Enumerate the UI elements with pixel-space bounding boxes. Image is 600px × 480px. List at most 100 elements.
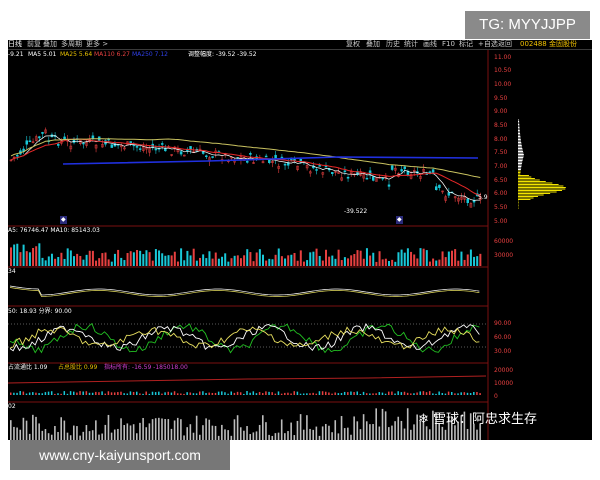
volume-bar: [123, 260, 126, 266]
flow-bar: [44, 392, 47, 395]
bottom-bar: [318, 435, 321, 440]
bottom-bar: [397, 416, 400, 440]
bottom-bar: [214, 425, 217, 440]
volume-bar: [391, 259, 394, 266]
candle-body: [283, 163, 287, 166]
volume-bar: [69, 250, 72, 266]
bottom-bar: [347, 427, 349, 440]
candle-body: [154, 148, 158, 151]
candle-body: [346, 176, 350, 179]
bottom-bar: [328, 425, 330, 440]
volume-bar: [296, 260, 299, 266]
bottom-bar: [400, 420, 403, 440]
flow-bar: [161, 393, 163, 395]
event-marker[interactable]: ◆: [60, 216, 67, 224]
bottom-bar: [35, 416, 37, 440]
event-marker[interactable]: ◆: [396, 216, 403, 224]
ma5-line: [10, 135, 481, 201]
candle-body: [246, 160, 249, 163]
volume-bar: [444, 257, 447, 266]
bottom-bar: [176, 417, 179, 440]
tg-watermark: TG: MYYJJPP: [465, 11, 590, 39]
volume-bar: [132, 252, 135, 266]
volume-bar: [38, 243, 41, 266]
flow-bar: [214, 392, 217, 395]
volume-bar: [369, 255, 372, 266]
volume-bar: [154, 249, 157, 266]
flow-bar: [413, 393, 415, 395]
kdj-tick: 60.00: [494, 334, 512, 341]
flow-bar: [243, 393, 245, 395]
bottom-bar: [413, 424, 415, 440]
volume-bar: [107, 259, 110, 266]
volume-bar: [91, 250, 94, 266]
flow-bar: [315, 393, 318, 395]
flow-bar: [145, 391, 147, 395]
bottom-bar: [120, 418, 122, 440]
flow-bar: [239, 392, 242, 395]
bottom-bar: [337, 433, 340, 440]
flow-bar: [312, 392, 314, 395]
price-tick: 6.00: [494, 190, 508, 197]
bottom-bar: [246, 426, 248, 440]
price-tick: 7.50: [494, 149, 508, 156]
bottom-bar: [277, 432, 280, 440]
volume-bar: [95, 260, 98, 266]
stock-chart-window: 日线 前复 叠加 多周期 更多 > 复权 叠加 历史 统计 画线 F10 标记 …: [8, 40, 592, 440]
flow-bar: [378, 392, 381, 395]
flow-bar: [35, 392, 37, 395]
volume-bar: [88, 250, 91, 266]
flow-bar: [394, 393, 396, 395]
bottom-bar: [192, 432, 195, 440]
volume-bar: [227, 261, 230, 266]
bottom-bar: [293, 435, 296, 440]
bottom-bar: [309, 428, 311, 440]
bottom-bar: [258, 424, 261, 440]
volume-bar: [451, 250, 453, 266]
volume-bar: [406, 248, 409, 266]
bottom-bar: [284, 433, 286, 440]
bottom-bar: [95, 420, 97, 440]
volume-bar: [120, 257, 123, 266]
flow-bar: [129, 391, 132, 395]
flow-bar: [384, 393, 387, 395]
bottom-bar: [476, 429, 478, 440]
volume-bar: [113, 253, 116, 266]
flow-bar: [372, 393, 374, 395]
volume-bar: [10, 247, 12, 266]
flow-bar: [151, 391, 154, 395]
candle-body: [38, 136, 41, 139]
bottom-bar: [372, 424, 374, 440]
bottom-bar: [57, 431, 59, 440]
bottom-bar: [356, 421, 359, 440]
flow-bar: [331, 393, 333, 395]
volume-bar: [145, 250, 148, 266]
flow-bar: [246, 391, 248, 395]
bottom-bar: [85, 425, 88, 440]
bottom-bar: [331, 432, 333, 440]
candle-body: [25, 140, 28, 145]
candle-body: [318, 165, 321, 167]
volume-bar: [271, 259, 274, 266]
volume-bar: [258, 249, 261, 266]
flow-bar: [302, 393, 305, 395]
flow-bar: [66, 393, 69, 395]
flow-bar: [441, 393, 444, 395]
flow-bar: [340, 393, 343, 395]
chip-distribution: [518, 119, 566, 209]
flow-bar: [113, 392, 116, 395]
volume-bar: [473, 256, 476, 266]
flow-bar: [13, 392, 15, 395]
volume-bar: [460, 251, 463, 266]
volume-bar: [400, 249, 403, 266]
volume-bar: [410, 251, 413, 266]
volume-bar: [208, 251, 211, 266]
bottom-bar: [325, 423, 327, 440]
volume-bar: [328, 256, 331, 266]
price-tick: 11.00: [494, 54, 512, 61]
candle-body: [324, 165, 328, 168]
flow-bar: [170, 392, 173, 395]
flow-bar: [265, 391, 267, 395]
volume-bar: [57, 257, 60, 266]
volume-bar: [293, 252, 296, 266]
